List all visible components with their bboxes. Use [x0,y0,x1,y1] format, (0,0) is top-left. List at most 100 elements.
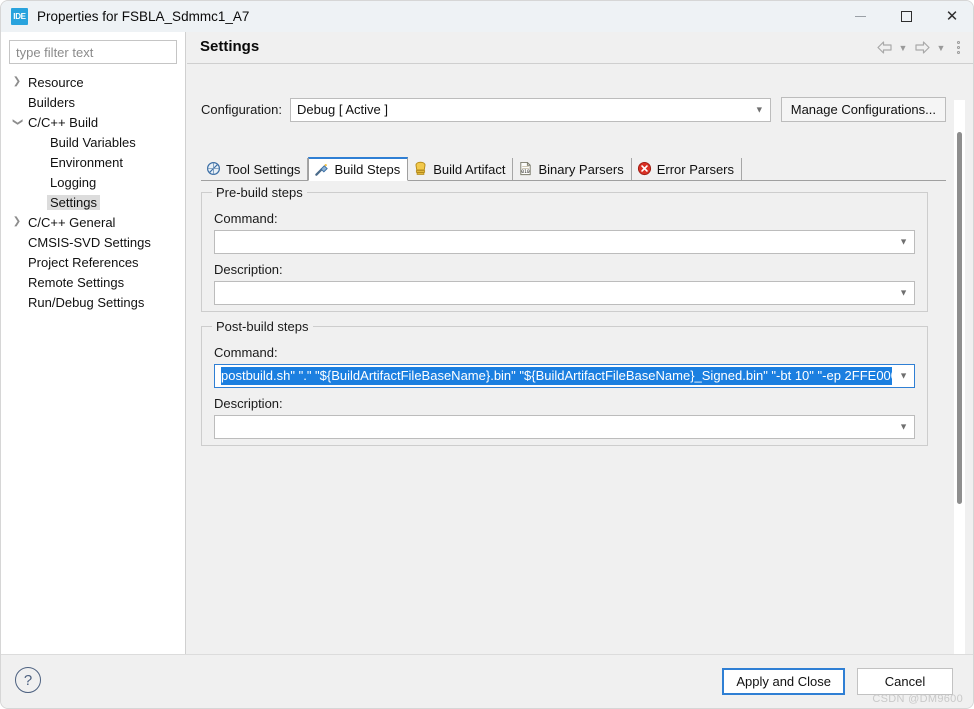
tab-label: Binary Parsers [538,161,624,177]
post-build-command-label: Command: [214,345,278,360]
tab-label: Build Artifact [433,161,506,177]
sidebar-item-c-c-general[interactable]: ❯ C/C++ General [1,212,185,232]
tab-label: Error Parsers [656,161,735,177]
dialog-footer: ? Apply and Close Cancel CSDN @DM9600 [1,654,973,708]
close-icon: ✕ [945,8,959,25]
sidebar-item-environment[interactable]: Environment [1,152,185,172]
post-build-description-label: Description: [214,396,283,411]
sidebar-item-label: C/C++ Build [28,114,99,130]
chevron-down-icon[interactable]: ❯ [12,114,23,130]
post-build-description-field[interactable]: ▼ [214,415,915,439]
sidebar-item-logging[interactable]: Logging [1,172,185,192]
pre-build-group-title: Pre-build steps [212,185,307,200]
error-parsers-icon [637,161,653,177]
sidebar-item-label: Project References [28,254,139,270]
sidebar-item-label: Builders [28,94,75,110]
sidebar-item-cmsis-svd-settings[interactable]: CMSIS-SVD Settings [1,232,185,252]
help-icon[interactable]: ? [15,667,41,693]
view-menu-button[interactable] [950,37,966,59]
sidebar-item-project-references[interactable]: Project References [1,252,185,272]
tab-build-steps[interactable]: Build Steps [308,157,409,181]
ide-app-icon: IDE [11,8,28,25]
chevron-right-icon[interactable]: ❯ [9,217,25,227]
back-arrow-icon [876,41,892,54]
panel-body: Configuration: Debug [ Active ] ▼ Manage… [187,64,973,655]
settings-tree-sidebar: ❯ResourceBuilders❯C/C++ BuildBuild Varia… [1,32,186,654]
watermark: CSDN @DM9600 [872,693,963,705]
forward-history-button[interactable]: ▼ [934,37,948,59]
filter-container [1,32,185,70]
forward-button[interactable] [912,37,932,59]
configuration-select[interactable]: Debug [ Active ] ▼ [289,97,771,122]
panel-scrollbar[interactable] [954,100,965,655]
chevron-down-icon: ▼ [936,42,946,53]
window-controls: ✕ [837,1,973,32]
maximize-icon [900,11,912,22]
chevron-down-icon: ▼ [899,421,908,432]
back-button[interactable] [874,37,894,59]
properties-dialog: IDE Properties for FSBLA_Sdmmc1_A7 ✕ ❯Re… [0,0,974,709]
header-toolbar: ▼ ▼ [874,32,966,63]
sidebar-item-run-debug-settings[interactable]: Run/Debug Settings [1,292,185,312]
tab-label: Build Steps [334,162,401,177]
main-panel: Settings ▼ ▼ Configuration: Debug [Acti… [187,32,973,655]
sidebar-item-builders[interactable]: Builders [1,92,185,112]
sidebar-item-label: Logging [50,174,97,190]
sidebar-item-resource[interactable]: ❯ Resource [1,72,185,92]
close-button[interactable]: ✕ [929,1,973,32]
pre-build-command-label: Command: [214,211,278,226]
chevron-down-icon: ▼ [899,287,908,298]
pre-build-group: Pre-build steps Command: ▼ Description: … [201,185,928,312]
footer-buttons: Apply and Close Cancel [722,668,953,695]
sidebar-item-label: C/C++ General [28,214,116,230]
tab-error-parsers[interactable]: Error Parsers [631,158,743,180]
minimize-icon [854,16,866,17]
chevron-down-icon: ▼ [899,236,908,247]
sidebar-item-label: Resource [28,74,84,90]
tab-tool-settings[interactable]: Tool Settings [201,158,309,180]
pre-build-command-field[interactable]: ▼ [214,230,915,254]
configuration-value: Debug [ Active ] [296,102,389,117]
back-history-button[interactable]: ▼ [896,37,910,59]
apply-and-close-button[interactable]: Apply and Close [722,668,845,695]
sidebar-item-label: CMSIS-SVD Settings [28,234,151,250]
sidebar-item-c-c-build[interactable]: ❯ C/C++ Build [1,112,185,132]
panel-header: Settings ▼ ▼ [187,32,973,64]
tab-label: Tool Settings [226,161,301,177]
chevron-right-icon[interactable]: ❯ [9,77,25,87]
sidebar-item-build-variables[interactable]: Build Variables [1,132,185,152]
sidebar-item-label: Settings [47,194,100,210]
tab-build-artifact[interactable]: Build Artifact [408,158,514,180]
sidebar-item-label: Build Variables [50,134,136,150]
sidebar-item-label: Remote Settings [28,274,125,290]
sidebar-item-label: Environment [50,154,123,170]
binary-parsers-icon: 010 [518,161,534,177]
minimize-button[interactable] [837,1,883,32]
chevron-down-icon: ▼ [754,104,764,114]
post-build-group-title: Post-build steps [212,319,313,334]
sidebar-item-settings[interactable]: Settings [1,192,185,212]
page-title: Settings [200,38,260,55]
title-bar: IDE Properties for FSBLA_Sdmmc1_A7 ✕ [1,1,973,32]
settings-tree: ❯ Resource Builders ❯ C/C++ Build Build Varia… [1,70,185,312]
pre-build-description-field[interactable]: ▼ [214,281,915,305]
sidebar-item-label: Run/Debug Settings [28,294,145,310]
svg-text:010: 010 [522,169,531,175]
post-build-command-value: postbuild.sh" "." "${BuildArtifactFileBa… [221,367,892,385]
tool-settings-icon [206,161,222,177]
panel-scrollbar-thumb[interactable] [957,132,962,504]
post-build-group: Post-build steps Command: postbuild.sh" … [201,319,928,446]
filter-input[interactable] [9,40,177,64]
configuration-label: Configuration: [201,102,282,117]
chevron-down-icon: ▼ [899,370,908,381]
maximize-button[interactable] [883,1,929,32]
vertical-dots-icon [956,41,960,44]
manage-configurations-button[interactable]: Manage Configurations... [780,97,946,122]
sidebar-item-remote-settings[interactable]: Remote Settings [1,272,185,292]
cancel-button[interactable]: Cancel [857,668,953,695]
window-title: Properties for FSBLA_Sdmmc1_A7 [37,9,250,24]
settings-tabs: Tool Settings Build Steps Build Artifact 01… [201,157,946,181]
post-build-command-field[interactable]: postbuild.sh" "." "${BuildArtifactFileBa… [214,364,915,388]
tab-binary-parsers[interactable]: 010 Binary Parsers [513,158,632,180]
build-steps-icon [314,162,330,178]
